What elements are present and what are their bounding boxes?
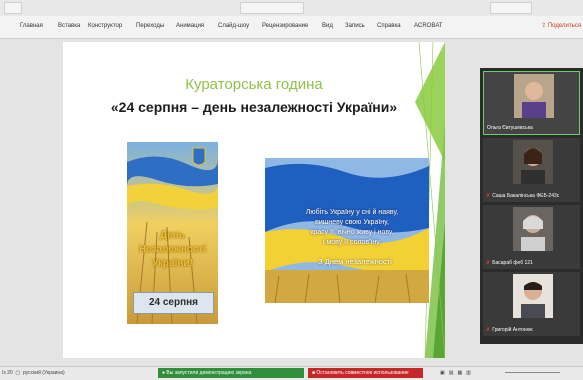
participant-name: ✗ Басараб феб 121: [486, 260, 533, 266]
stop-sharing-button[interactable]: ■ Остановить совместное использование: [308, 368, 423, 378]
tab-acrobat[interactable]: ACROBAT: [414, 23, 443, 29]
participant-tile[interactable]: ✗ Басараб феб 121: [483, 205, 580, 269]
slide-subtitle: «24 серпня – день незалежності України»: [110, 99, 398, 115]
flag-poem-image[interactable]: Любіть Україну у сні й наяву, вишневу св…: [265, 158, 429, 303]
independence-day-poster[interactable]: День Незалежності України! 24 серпня: [127, 142, 218, 324]
status-bar: Із 20 ▢ русский (Украина) ● Вы запустили…: [0, 366, 583, 380]
window-controls[interactable]: [490, 2, 532, 14]
poster-line3: України!: [152, 258, 193, 269]
tab-design[interactable]: Конструктор: [88, 23, 122, 29]
quick-access-button[interactable]: [4, 2, 22, 14]
status-left: Із 20 ▢ русский (Украина): [2, 370, 65, 376]
slide-canvas[interactable]: Кураторська година «24 серпня – день нез…: [63, 42, 445, 358]
participant-tile[interactable]: ✗ Саша Бакалінська ФЕБ-243с: [483, 138, 580, 202]
participant-tile[interactable]: ✗ Григорій Антонюк: [483, 272, 580, 336]
tab-help[interactable]: Справка: [377, 23, 401, 29]
mic-muted-icon: ✗: [486, 260, 491, 266]
tab-animations[interactable]: Анимация: [176, 23, 204, 29]
poster-date: 24 серпня: [133, 292, 214, 314]
participant-name: Ольга Євтушевська: [487, 125, 533, 131]
share-button[interactable]: ⇪ Поделиться: [541, 22, 581, 29]
tab-view[interactable]: Вид: [322, 23, 333, 29]
tab-insert[interactable]: Вставка: [58, 23, 80, 29]
zoom-slider[interactable]: [505, 372, 560, 373]
search-box[interactable]: [240, 2, 304, 14]
participant-video: [514, 74, 554, 118]
ribbon-tabs: Главная Вставка Конструктор Переходы Ани…: [0, 16, 583, 39]
tab-record[interactable]: Запись: [345, 23, 365, 29]
participant-tile[interactable]: Ольга Євтушевська: [483, 71, 580, 135]
video-participants-panel: Ольга Євтушевська ✗ Саша Бакалінська ФЕБ-…: [480, 68, 583, 344]
view-buttons[interactable]: ▣▤▦▥: [440, 370, 475, 376]
share-icon: ⇪: [541, 23, 548, 29]
language-indicator[interactable]: русский (Украина): [23, 370, 65, 376]
tab-transitions[interactable]: Переходы: [136, 23, 164, 29]
poster-line1: День: [160, 230, 185, 241]
mic-muted-icon: ✗: [486, 327, 491, 333]
participant-video: [513, 274, 553, 318]
mic-muted-icon: ✗: [486, 193, 491, 199]
poster-line2: Незалежності: [138, 244, 207, 255]
screen-sharing-notice: ● Вы запустили демонстрацию экрана: [158, 368, 304, 378]
spellcheck-icon[interactable]: ▢: [15, 370, 20, 376]
poem-line: красу її, вічно живу і нову,: [310, 229, 394, 236]
poem-text: Любіть Україну у сні й наяву, вишневу св…: [287, 208, 417, 248]
tab-review[interactable]: Рецензирование: [262, 23, 308, 29]
tab-slideshow[interactable]: Слайд-шоу: [218, 23, 249, 29]
participant-video: [513, 207, 553, 251]
tab-home[interactable]: Главная: [20, 23, 43, 29]
poem-line: Любіть Україну у сні й наяву,: [305, 209, 399, 216]
window-top-bar: [0, 0, 583, 16]
participant-name: ✗ Григорій Антонюк: [486, 327, 533, 333]
participant-name: ✗ Саша Бакалінська ФЕБ-243с: [486, 193, 560, 199]
slide-title: Кураторська година: [185, 76, 323, 93]
greeting-text: З Днем незалежності: [318, 257, 392, 266]
slide-counter: Із 20: [2, 370, 13, 376]
poem-line: і мову її солов'їну.: [322, 239, 382, 246]
poem-line: вишневу свою Україну,: [315, 219, 389, 226]
participant-video: [513, 140, 553, 184]
